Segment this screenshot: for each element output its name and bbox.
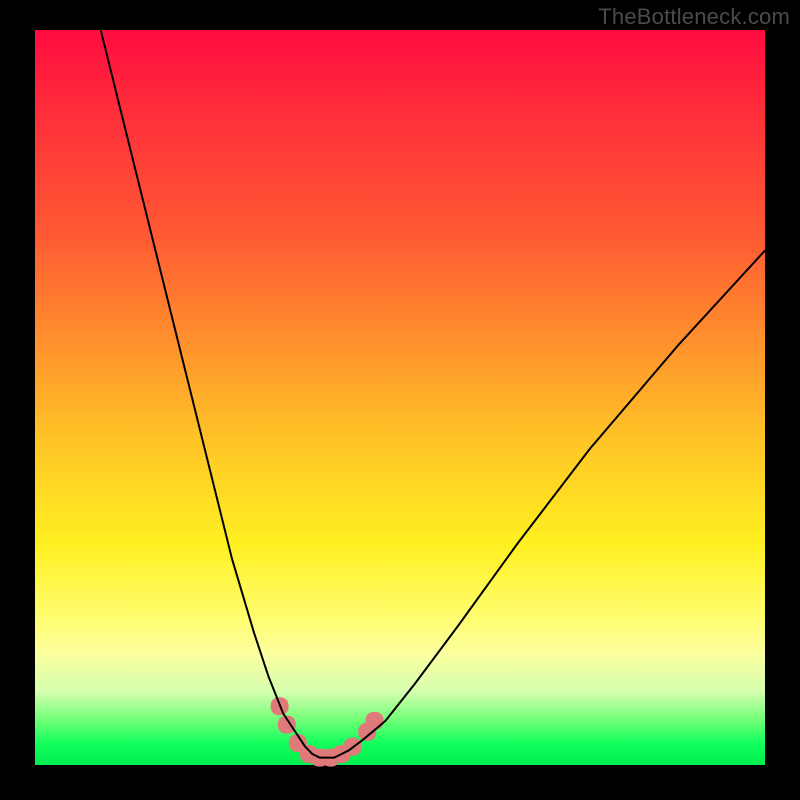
valley-marker (366, 712, 384, 730)
chart-frame: TheBottleneck.com (0, 0, 800, 800)
watermark-text: TheBottleneck.com (598, 4, 790, 30)
valley-markers (271, 697, 384, 766)
bottleneck-curve (101, 30, 765, 758)
chart-svg (35, 30, 765, 765)
plot-area (35, 30, 765, 765)
